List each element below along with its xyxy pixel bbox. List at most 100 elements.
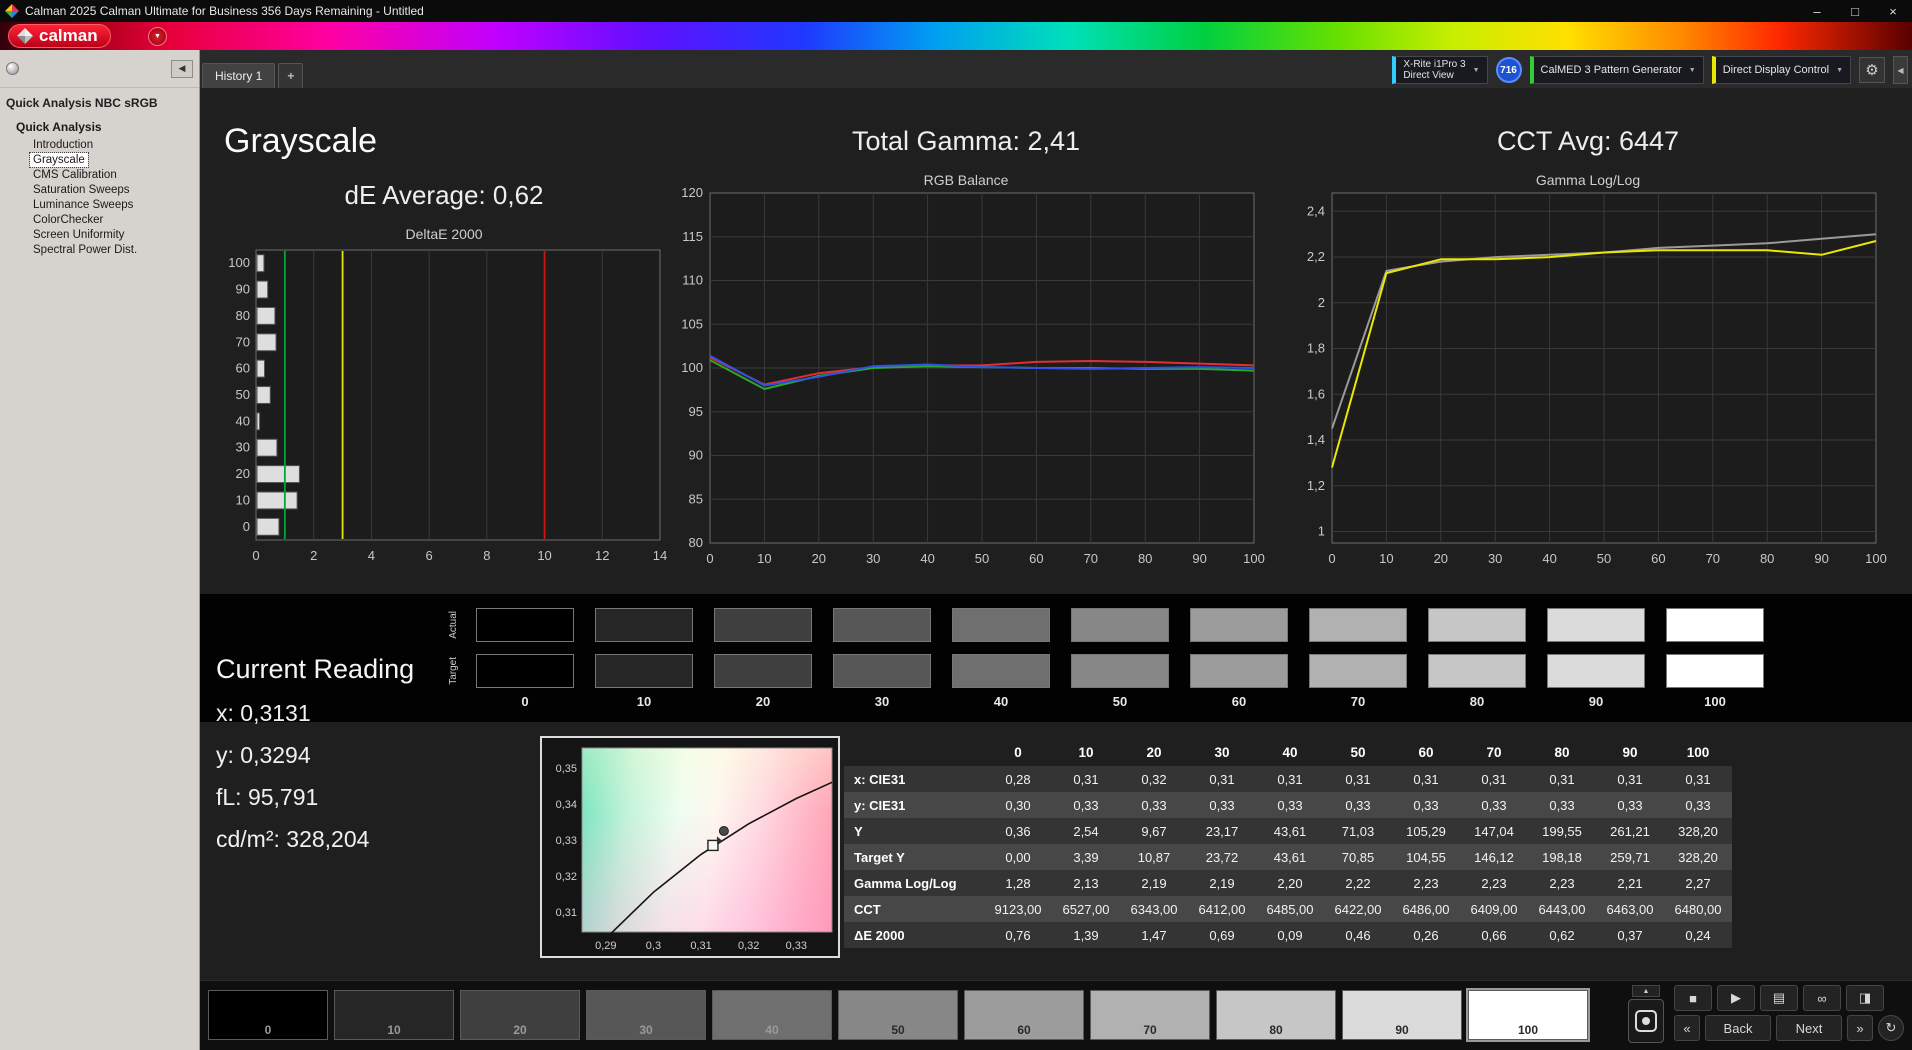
svg-text:95: 95 <box>689 404 703 419</box>
swatch-level-label: 80 <box>1428 694 1526 709</box>
back-button[interactable]: Back <box>1705 1015 1771 1041</box>
maximize-button[interactable]: □ <box>1836 0 1874 22</box>
svg-text:70: 70 <box>1084 551 1098 566</box>
tab-history-1-label: History 1 <box>215 69 262 83</box>
tree-root-quick-analysis[interactable]: Quick Analysis <box>0 116 199 137</box>
patch-label: 30 <box>587 1023 705 1037</box>
pattern-patch-70[interactable]: 70 <box>1090 990 1210 1040</box>
sidebar-item-luminance-sweeps[interactable]: Luminance Sweeps <box>30 198 136 212</box>
pattern-patch-90[interactable]: 90 <box>1342 990 1462 1040</box>
deltae-chart-title: DeltaE 2000 <box>218 226 670 242</box>
sidebar-item-spectral-power-dist[interactable]: Spectral Power Dist. <box>30 243 140 257</box>
svg-text:30: 30 <box>866 551 880 566</box>
tab-history-1[interactable]: History 1 <box>202 63 275 88</box>
stop-button[interactable]: ■ <box>1674 985 1712 1011</box>
sidebar-item-screen-uniformity[interactable]: Screen Uniformity <box>30 228 127 242</box>
save-button[interactable]: ▤ <box>1760 985 1798 1011</box>
table-header-row: 0102030405060708090100 <box>844 738 1732 766</box>
sidebar-item-introduction[interactable]: Introduction <box>30 138 96 152</box>
patch-label: 90 <box>1343 1023 1461 1037</box>
refresh-button[interactable]: ↻ <box>1878 1015 1904 1041</box>
actual-swatch-0 <box>476 608 574 642</box>
svg-text:30: 30 <box>1488 551 1502 566</box>
calman-logo-button[interactable]: calman <box>8 24 111 48</box>
pattern-patch-40[interactable]: 40 <box>712 990 832 1040</box>
target-swatch-20 <box>714 654 812 688</box>
table-row-cct: CCT9123,006527,006343,006412,006485,0064… <box>844 896 1732 922</box>
pattern-patch-20[interactable]: 20 <box>460 990 580 1040</box>
display-control-label: Direct Display Control <box>1723 64 1829 76</box>
actual-swatch-100 <box>1666 608 1764 642</box>
pattern-patch-50[interactable]: 50 <box>838 990 958 1040</box>
svg-text:70: 70 <box>1706 551 1720 566</box>
patch-label: 70 <box>1091 1023 1209 1037</box>
grayscale-swatch-band: Actual Target 0102030405060708090100 <box>200 594 1912 722</box>
svg-text:1: 1 <box>1318 524 1325 539</box>
next-button[interactable]: Next <box>1776 1015 1842 1041</box>
pattern-window-up-button[interactable]: ▲ <box>1632 985 1660 997</box>
cie-overlay: 0,290,30,310,320,330,310,320,330,340,35 <box>542 738 838 956</box>
target-swatch-60 <box>1190 654 1288 688</box>
back-skip-button[interactable]: « <box>1674 1015 1700 1041</box>
target-swatch-30 <box>833 654 931 688</box>
column-header-100: 100 <box>1664 738 1732 766</box>
sidebar-collapse-button[interactable]: ◀ <box>171 60 193 78</box>
svg-text:0,34: 0,34 <box>556 799 577 811</box>
pattern-patch-0[interactable]: 0 <box>208 990 328 1040</box>
svg-text:90: 90 <box>1814 551 1828 566</box>
actual-swatch-70 <box>1309 608 1407 642</box>
settings-gear-button[interactable]: ⚙ <box>1859 57 1885 83</box>
close-button[interactable]: × <box>1874 0 1912 22</box>
results-table-wrap: 0102030405060708090100x: CIE310,280,310,… <box>844 738 1732 948</box>
column-header-60: 60 <box>1392 738 1460 766</box>
target-swatch-0 <box>476 654 574 688</box>
add-tab-button[interactable]: + <box>278 63 303 88</box>
column-header-0: 0 <box>984 738 1052 766</box>
target-row-label: Target <box>446 654 460 688</box>
loop-button[interactable]: ∞ <box>1803 985 1841 1011</box>
column-header-30: 30 <box>1188 738 1256 766</box>
pattern-patch-100[interactable]: 100 <box>1468 990 1588 1040</box>
reading-y: y: 0,3294 <box>216 742 311 769</box>
meter-dropdown[interactable]: X-Rite i1Pro 3 Direct View ▼ <box>1392 56 1487 84</box>
logo-menu-button[interactable]: ▼ <box>148 27 167 46</box>
svg-text:0,31: 0,31 <box>690 940 711 952</box>
svg-text:0: 0 <box>243 519 250 534</box>
svg-text:30: 30 <box>236 440 250 455</box>
sidebar-item-cms-calibration[interactable]: CMS Calibration <box>30 168 120 182</box>
table-row-y-cie31: y: CIE310,300,330,330,330,330,330,330,33… <box>844 792 1732 818</box>
svg-text:115: 115 <box>682 229 703 244</box>
svg-text:90: 90 <box>1192 551 1206 566</box>
pattern-patch-30[interactable]: 30 <box>586 990 706 1040</box>
right-panel-toggle-button[interactable]: ◀ <box>1893 56 1908 84</box>
swatch-level-label: 70 <box>1309 694 1407 709</box>
layout-button[interactable]: ◨ <box>1846 985 1884 1011</box>
pattern-patch-60[interactable]: 60 <box>964 990 1084 1040</box>
column-header-50: 50 <box>1324 738 1392 766</box>
svg-text:0,29: 0,29 <box>595 940 616 952</box>
pattern-generator-dropdown[interactable]: CalMED 3 Pattern Generator ▼ <box>1530 56 1704 84</box>
svg-text:0: 0 <box>1328 551 1335 566</box>
column-header-40: 40 <box>1256 738 1324 766</box>
sidebar-item-grayscale[interactable]: Grayscale <box>30 153 88 167</box>
pattern-window-button[interactable] <box>1628 999 1664 1043</box>
sidebar-item-colorchecker[interactable]: ColorChecker <box>30 213 106 227</box>
patch-label: 100 <box>1469 1023 1587 1037</box>
svg-text:0: 0 <box>252 548 259 563</box>
pattern-patch-80[interactable]: 80 <box>1216 990 1336 1040</box>
play-button[interactable]: ▶ <box>1717 985 1755 1011</box>
status-orb-icon <box>6 62 19 75</box>
svg-text:10: 10 <box>236 492 250 507</box>
svg-text:0,32: 0,32 <box>738 940 759 952</box>
display-control-dropdown[interactable]: Direct Display Control ▼ <box>1712 56 1851 84</box>
de-average-value: dE Average: 0,62 <box>218 180 670 211</box>
next-skip-button[interactable]: » <box>1847 1015 1873 1041</box>
meter-status-badge[interactable]: 716 <box>1496 57 1522 83</box>
svg-text:4: 4 <box>368 548 375 563</box>
results-table: 0102030405060708090100x: CIE310,280,310,… <box>844 738 1732 948</box>
minimize-button[interactable]: – <box>1798 0 1836 22</box>
svg-text:10: 10 <box>757 551 771 566</box>
sidebar-item-saturation-sweeps[interactable]: Saturation Sweeps <box>30 183 133 197</box>
svg-text:110: 110 <box>682 273 703 288</box>
pattern-patch-10[interactable]: 10 <box>334 990 454 1040</box>
